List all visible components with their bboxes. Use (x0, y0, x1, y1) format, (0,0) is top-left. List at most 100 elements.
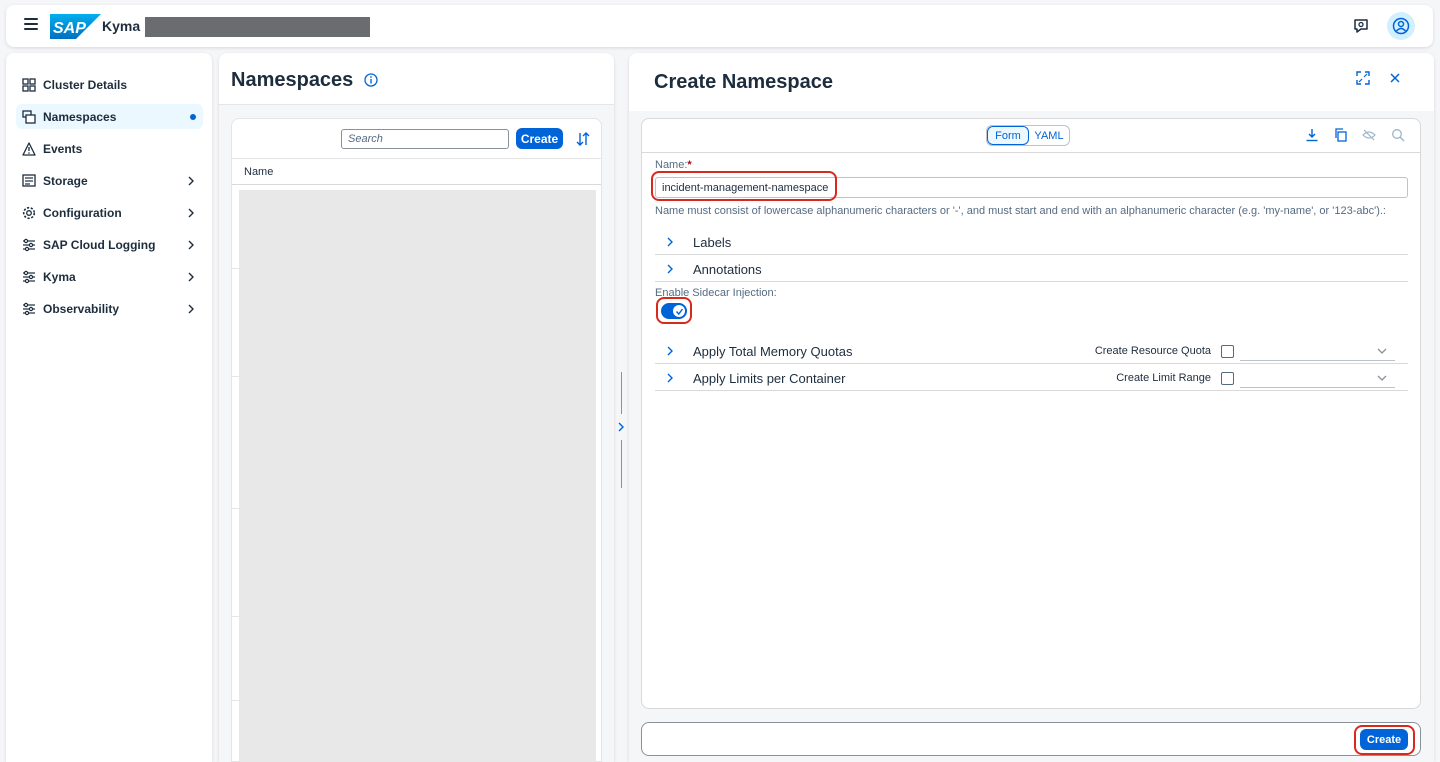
splitter-handle[interactable] (621, 372, 622, 414)
create-namespace-panel: Create Namespace Form YAML Name:* incide… (629, 53, 1434, 762)
sidebar-item-label: Events (43, 141, 83, 156)
chevron-right-icon (667, 264, 673, 274)
memory-quotas-expander[interactable]: Apply Total Memory Quotas Create Resourc… (655, 338, 1408, 364)
side-navigation: Cluster Details Namespaces Events Storag… (6, 53, 212, 762)
limits-per-container-title: Apply Limits per Container (693, 371, 846, 386)
labels-expander-title: Labels (693, 235, 732, 250)
limit-range-select[interactable] (1240, 369, 1395, 388)
cluster-name-redacted (145, 17, 370, 37)
namespace-form-card: Form YAML Name:* incident-management-nam… (641, 118, 1421, 709)
info-icon[interactable] (364, 73, 378, 87)
copy-icon[interactable] (1334, 128, 1348, 142)
page-title: Namespaces (231, 69, 354, 91)
form-footer: Create (641, 722, 1421, 756)
sliders-icon (21, 237, 37, 253)
sidebar-item-label: Observability (43, 301, 120, 316)
sliders-icon (21, 269, 37, 285)
hamburger-menu-icon[interactable] (24, 18, 38, 30)
memory-quotas-title: Apply Total Memory Quotas (693, 344, 853, 359)
panel-title: Create Namespace (654, 71, 833, 93)
resource-quota-checkbox[interactable] (1221, 345, 1234, 358)
chevron-down-icon (1377, 375, 1387, 381)
sidebar-item-namespaces[interactable]: Namespaces (16, 104, 203, 129)
highlight-name-input (651, 171, 837, 201)
chevron-right-icon (188, 208, 194, 217)
storage-icon (21, 173, 37, 189)
annotations-expander[interactable]: Annotations (655, 256, 1408, 282)
row-divider (232, 508, 240, 509)
row-divider (232, 700, 240, 701)
splitter-handle[interactable] (621, 440, 622, 488)
row-divider (232, 268, 240, 269)
row-divider (232, 616, 240, 617)
limit-range-label: Create Limit Range (1116, 372, 1211, 384)
limit-range-checkbox[interactable] (1221, 372, 1234, 385)
labels-expander[interactable]: Labels (655, 229, 1408, 255)
selected-indicator-dot (190, 113, 196, 120)
tab-form[interactable]: Form (987, 126, 1029, 145)
chevron-right-icon (667, 373, 673, 383)
table-header: Name (232, 158, 601, 185)
name-hint-text: Name must consist of lowercase alphanume… (655, 205, 1386, 217)
cluster-details-icon (21, 77, 37, 93)
sidebar-item-label: Configuration (43, 205, 122, 220)
user-avatar-button[interactable] (1387, 12, 1415, 40)
search-icon[interactable] (1391, 128, 1405, 142)
chevron-down-icon (1377, 348, 1387, 354)
sidebar-item-observability[interactable]: Observability (16, 296, 203, 321)
sidebar-item-label: Kyma (43, 269, 76, 284)
resource-quota-label: Create Resource Quota (1094, 345, 1211, 357)
sidebar-item-sap-cloud-logging[interactable]: SAP Cloud Logging (16, 232, 203, 257)
search-input[interactable]: Search (341, 129, 509, 149)
user-avatar-icon (1392, 17, 1410, 35)
namespaces-icon (21, 109, 37, 125)
namespaces-header: Namespaces (219, 53, 614, 105)
sidebar-item-storage[interactable]: Storage (16, 168, 203, 193)
sliders-icon (21, 301, 37, 317)
gear-icon (21, 205, 37, 221)
create-namespace-button[interactable]: Create (516, 128, 563, 149)
chevron-right-icon (188, 272, 194, 281)
chevron-right-icon (667, 237, 673, 247)
column-header-name[interactable]: Name (244, 166, 273, 178)
hide-icon[interactable] (1362, 128, 1376, 142)
sidebar-item-label: Storage (43, 173, 88, 188)
warning-icon (21, 141, 37, 157)
feedback-icon[interactable] (1351, 16, 1371, 36)
sidebar-item-label: SAP Cloud Logging (43, 237, 156, 252)
name-label-text: Name: (655, 159, 688, 171)
annotations-expander-title: Annotations (693, 262, 762, 277)
fullscreen-icon[interactable] (1356, 71, 1370, 85)
sap-logo-text: SAP (53, 20, 86, 37)
loading-skeleton (239, 190, 596, 762)
limits-per-container-expander[interactable]: Apply Limits per Container Create Limit … (655, 365, 1408, 391)
sap-logo[interactable]: SAP (50, 14, 101, 39)
shell-bar: SAP Kyma (6, 5, 1433, 47)
chevron-right-icon[interactable] (616, 421, 626, 433)
sidebar-item-kyma[interactable]: Kyma (16, 264, 203, 289)
chevron-right-icon (188, 240, 194, 249)
sidebar-item-label: Namespaces (43, 109, 117, 124)
sidebar-item-label: Cluster Details (43, 77, 128, 92)
sort-icon[interactable] (575, 131, 591, 147)
product-name: Kyma (102, 18, 141, 34)
sidebar-item-configuration[interactable]: Configuration (16, 200, 203, 225)
sidebar-item-events[interactable]: Events (16, 136, 203, 161)
chevron-right-icon (188, 304, 194, 313)
chevron-right-icon (667, 346, 673, 356)
name-field-label: Name:* (655, 159, 692, 171)
chevron-right-icon (188, 176, 194, 185)
mode-segmented-button: Form YAML (986, 125, 1070, 146)
download-icon[interactable] (1305, 128, 1319, 142)
highlight-create-button (1354, 725, 1415, 755)
row-divider (232, 376, 240, 377)
close-icon[interactable] (1388, 71, 1402, 85)
create-namespace-header: Create Namespace (629, 53, 1434, 111)
sidebar-item-cluster-details[interactable]: Cluster Details (16, 72, 203, 97)
highlight-sidecar-switch (656, 297, 692, 324)
form-toolbar: Form YAML (642, 119, 1420, 153)
tab-yaml[interactable]: YAML (1029, 126, 1069, 145)
namespaces-table: Search Create Name (231, 118, 602, 762)
required-asterisk: * (687, 159, 692, 171)
resource-quota-select[interactable] (1240, 342, 1395, 361)
